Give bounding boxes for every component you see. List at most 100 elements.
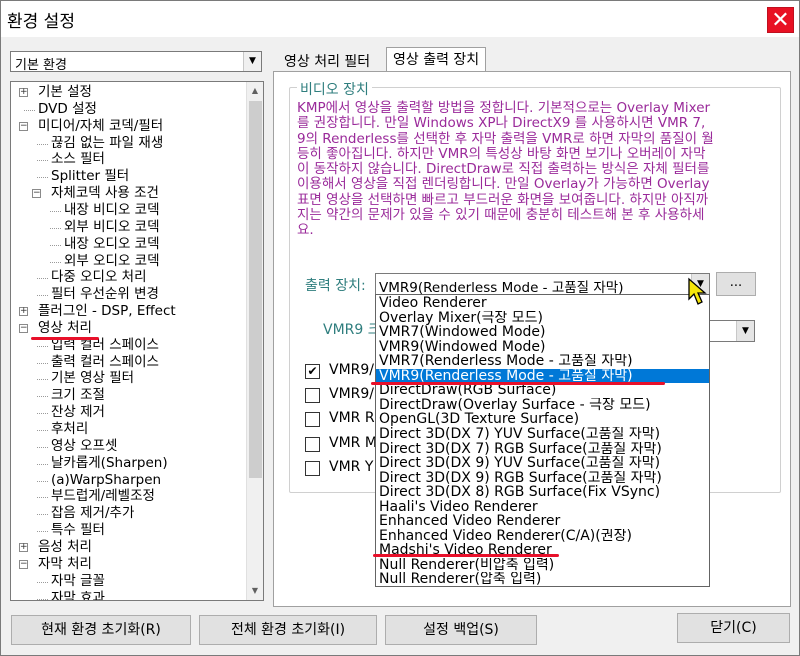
tree-connector (37, 514, 48, 516)
collapse-icon[interactable]: − (32, 189, 41, 199)
checkbox-4[interactable] (305, 437, 320, 452)
tree-connector (50, 244, 61, 246)
collapse-icon[interactable]: − (19, 121, 28, 131)
tree-item[interactable]: 외부 비디오 코덱 (64, 219, 160, 236)
expand-icon[interactable]: + (19, 542, 28, 552)
dropdown-option[interactable]: Haali's Video Renderer (376, 500, 709, 515)
tree-connector (37, 160, 48, 162)
tree-item[interactable]: 잡음 제거/추가 (51, 505, 134, 522)
tree-connector (37, 531, 48, 533)
collapse-icon[interactable]: − (19, 559, 28, 569)
scroll-down-icon[interactable]: ▼ (247, 582, 263, 599)
dropdown-option[interactable]: VMR7(Windowed Mode) (376, 325, 709, 340)
dropdown-option[interactable]: Enhanced Video Renderer(C/A)(권장) (376, 529, 709, 544)
tree-item[interactable]: 후처리 (51, 421, 88, 438)
checkbox-2[interactable] (305, 388, 320, 403)
checkbox-3-label: VMR R (329, 410, 375, 426)
reset-current-button[interactable]: 현재 환경 초기화(R) (11, 615, 191, 645)
output-device-select[interactable]: VMR9(Renderless Mode - 고품질 자막) ▼ (375, 273, 710, 296)
checkbox-5-label: VMR Y (329, 459, 374, 475)
tree-scrollbar[interactable]: ▲ ▼ (246, 82, 263, 600)
scroll-thumb[interactable] (249, 101, 262, 478)
tree-item[interactable]: 외부 오디오 코덱 (64, 253, 160, 270)
tree-item[interactable]: 내장 비디오 코덱 (64, 202, 160, 219)
dropdown-option[interactable]: Direct 3D(DX 9) RGB Surface(고품질 자막) (376, 471, 709, 486)
window-title: 환경 설정 (7, 12, 75, 32)
tree-item[interactable]: 자막 효과 (51, 590, 105, 601)
tree-item[interactable]: 음성 처리 (38, 539, 92, 556)
tree-connector (37, 598, 48, 600)
tree-connector (37, 278, 48, 280)
expand-icon[interactable]: + (19, 88, 28, 97)
output-device-label: 출력 장치: (305, 278, 366, 294)
tree-item[interactable]: 날카롭게(Sharpen) (51, 455, 168, 472)
tree-item[interactable]: DVD 설정 (38, 101, 97, 118)
tree-item[interactable]: 출력 컬러 스페이스 (51, 354, 159, 371)
dropdown-option[interactable]: Direct 3D(DX 7) RGB Surface(고품질 자막) (376, 442, 709, 457)
dropdown-option[interactable]: DirectDraw(RGB Surface) (376, 383, 709, 398)
tree-connector (37, 430, 48, 431)
group-title: 비디오 장치 (297, 79, 372, 99)
tree-connector (50, 227, 61, 229)
tree-connector (37, 143, 48, 145)
scroll-up-icon[interactable]: ▲ (247, 82, 263, 99)
tree-connector (37, 295, 48, 297)
tree-item[interactable]: 기본 설정 (38, 84, 92, 101)
tree-item[interactable]: 내장 오디오 코덱 (64, 236, 160, 253)
dropdown-option[interactable]: Overlay Mixer(극장 모드) (376, 311, 709, 326)
close-window-button[interactable]: ✕ (767, 7, 794, 33)
output-device-options-button[interactable]: ... (716, 272, 756, 296)
tree-item[interactable]: Splitter 필터 (51, 168, 129, 185)
tree-item[interactable]: 미디어/자체 코덱/필터 (38, 118, 163, 135)
tree-item[interactable]: 플러그인 - DSP, Effect (38, 303, 176, 320)
checkbox-5[interactable] (305, 461, 320, 476)
tree-item[interactable]: 영상 처리 (38, 320, 92, 337)
dropdown-option[interactable]: Enhanced Video Renderer (376, 514, 709, 529)
tree-item[interactable]: 잔상 제거 (51, 404, 105, 421)
settings-window: 환경 설정 ✕ 기본 환경 ▼ + 기본 설정 DVD 설정 − 미디어/자체 코덱/필… (0, 0, 800, 656)
dropdown-option[interactable]: Null Renderer(비압축 입력) (376, 558, 709, 573)
tree-item[interactable]: 크기 조절 (51, 387, 105, 404)
settings-tree[interactable]: + 기본 설정 DVD 설정 − 미디어/자체 코덱/필터 끊김 없는 파일 재생 소스 필… (10, 81, 264, 601)
tree-item[interactable]: 영상 오프셋 (51, 438, 117, 455)
tab-video-output[interactable]: 영상 출력 장치 (386, 47, 487, 73)
tree-item[interactable]: (a)WarpSharpen (51, 472, 161, 489)
tree-item[interactable]: 다중 오디오 처리 (51, 269, 147, 286)
tree-item[interactable]: 자막 처리 (38, 556, 92, 573)
annotation-underline-madshi (373, 554, 559, 557)
checkbox-1[interactable]: ✔ (305, 364, 320, 379)
close-button[interactable]: 닫기(C) (677, 613, 790, 643)
tree-connector (37, 345, 48, 347)
tree-item[interactable]: 자막 글꼴 (51, 573, 105, 590)
tree-connector (37, 463, 48, 465)
tree-connector (50, 261, 61, 263)
dropdown-option[interactable]: Direct 3D(DX 7) YUV Surface(고품질 자막) (376, 427, 709, 442)
tree-item[interactable]: 특수 필터 (51, 522, 105, 539)
dropdown-option[interactable]: DirectDraw(Overlay Surface - 극장 모드) (376, 398, 709, 413)
backup-settings-button[interactable]: 설정 백업(S) (385, 615, 537, 645)
reset-all-button[interactable]: 전체 환경 초기화(I) (199, 615, 377, 645)
tree-item[interactable]: 소스 필터 (51, 151, 105, 168)
tree-connector (37, 396, 48, 398)
collapse-icon[interactable]: − (19, 323, 28, 333)
tree-item[interactable]: 부드럽게/레벨조정 (51, 488, 155, 505)
dropdown-option[interactable]: Video Renderer (376, 296, 709, 311)
category-select[interactable]: 기본 환경 ▼ (10, 51, 262, 73)
tree-item[interactable]: 끊김 없는 파일 재생 (51, 135, 163, 152)
expand-icon[interactable]: + (19, 307, 28, 317)
tree-item[interactable]: 기본 영상 필터 (51, 370, 134, 387)
output-device-dropdown-list[interactable]: Video Renderer Overlay Mixer(극장 모드) VMR7(W… (375, 294, 710, 587)
dropdown-option[interactable]: VMR9(Windowed Mode) (376, 340, 709, 355)
vmr9-label: VMR9 크 (323, 322, 381, 338)
chevron-down-icon: ▼ (243, 52, 261, 71)
dropdown-option[interactable]: Direct 3D(DX 8) RGB Surface(Fix VSync) (376, 485, 709, 500)
checkbox-3[interactable] (305, 412, 320, 427)
tree-item[interactable]: 필터 우선순위 변경 (51, 286, 159, 303)
dropdown-option[interactable]: OpenGL(3D Texture Surface) (376, 412, 709, 427)
dropdown-option[interactable]: Null Renderer(압축 입력) (376, 572, 709, 586)
dropdown-option[interactable]: VMR7(Renderless Mode - 고품질 자막) (376, 354, 709, 369)
output-device-value: VMR9(Renderless Mode - 고품질 자막) (379, 280, 624, 296)
dropdown-option[interactable]: Direct 3D(DX 9) YUV Surface(고품질 자막) (376, 456, 709, 471)
checkbox-1-label: VMR9/ (329, 362, 375, 378)
tree-item[interactable]: 자체코덱 사용 조건 (51, 185, 159, 202)
